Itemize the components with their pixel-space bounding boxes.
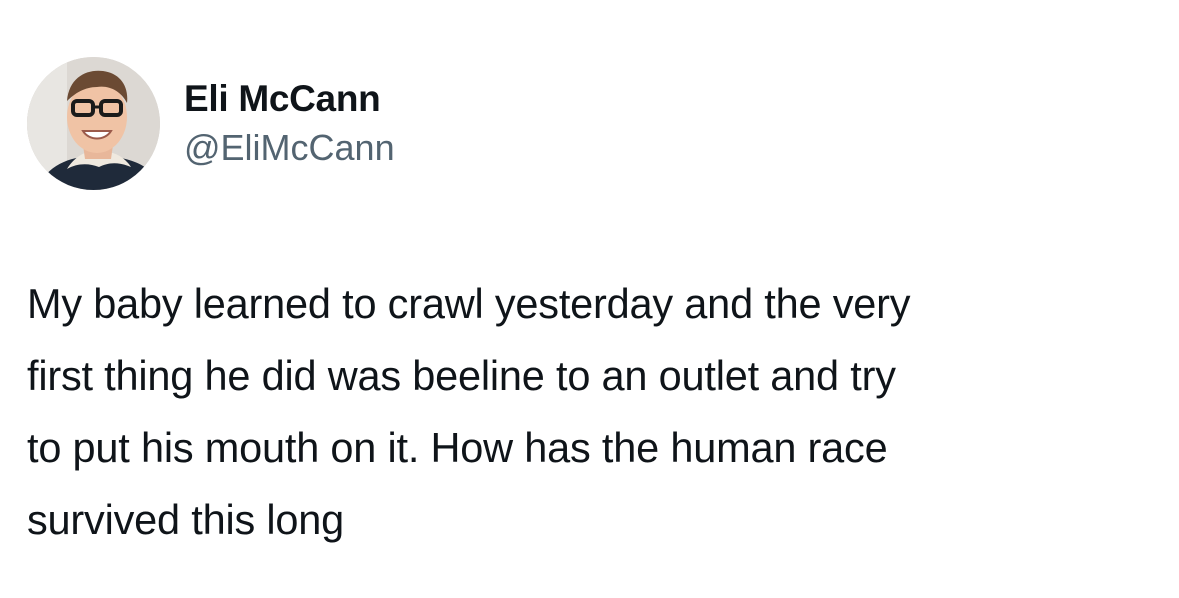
author-names: Eli McCann @EliMcCann xyxy=(184,77,395,171)
avatar-photo-icon xyxy=(27,57,160,190)
tweet-header: Eli McCann @EliMcCann xyxy=(27,57,395,190)
tweet-card: Eli McCann @EliMcCann My baby learned to… xyxy=(0,0,1179,598)
user-handle[interactable]: @EliMcCann xyxy=(184,125,395,171)
display-name[interactable]: Eli McCann xyxy=(184,77,395,121)
tweet-text: My baby learned to crawl yesterday and t… xyxy=(27,280,911,543)
avatar[interactable] xyxy=(27,57,160,190)
